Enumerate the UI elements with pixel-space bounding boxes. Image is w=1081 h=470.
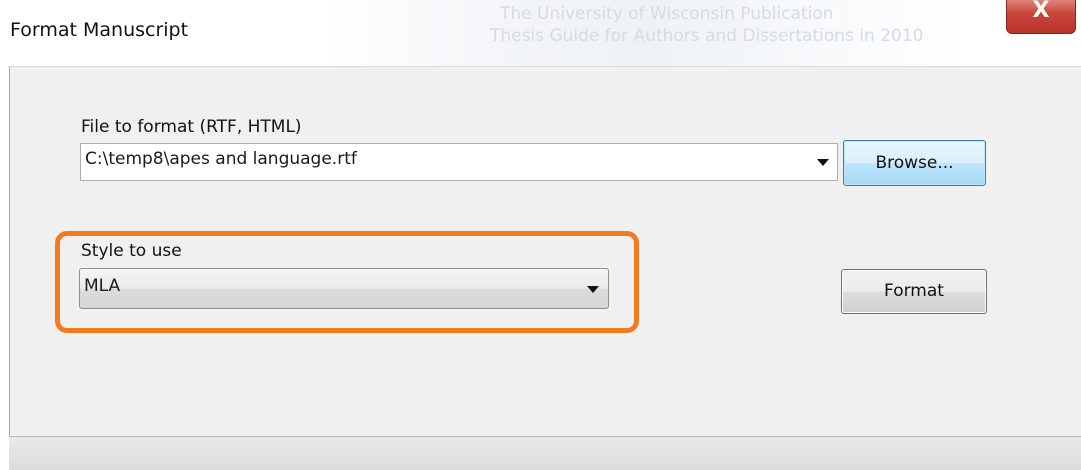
browse-button[interactable]: Browse... bbox=[843, 140, 986, 186]
style-highlight-annotation bbox=[55, 231, 639, 333]
close-button[interactable]: X bbox=[1006, 0, 1076, 34]
window-title: Format Manuscript bbox=[10, 19, 189, 41]
close-icon: X bbox=[1032, 0, 1050, 23]
format-button[interactable]: Format bbox=[841, 269, 987, 314]
background-text-line-2: Thesis Guide for Authors and Dissertatio… bbox=[490, 26, 924, 46]
chevron-down-icon[interactable] bbox=[817, 159, 829, 166]
file-path-value: C:\temp8\apes and language.rtf bbox=[85, 149, 357, 169]
status-bar bbox=[9, 436, 1081, 470]
background-text-line-1: The University of Wisconsin Publication bbox=[500, 4, 834, 24]
file-path-combobox[interactable]: C:\temp8\apes and language.rtf bbox=[80, 143, 838, 181]
file-to-format-label: File to format (RTF, HTML) bbox=[81, 117, 302, 137]
title-bar: The University of Wisconsin Publication … bbox=[0, 0, 1081, 66]
